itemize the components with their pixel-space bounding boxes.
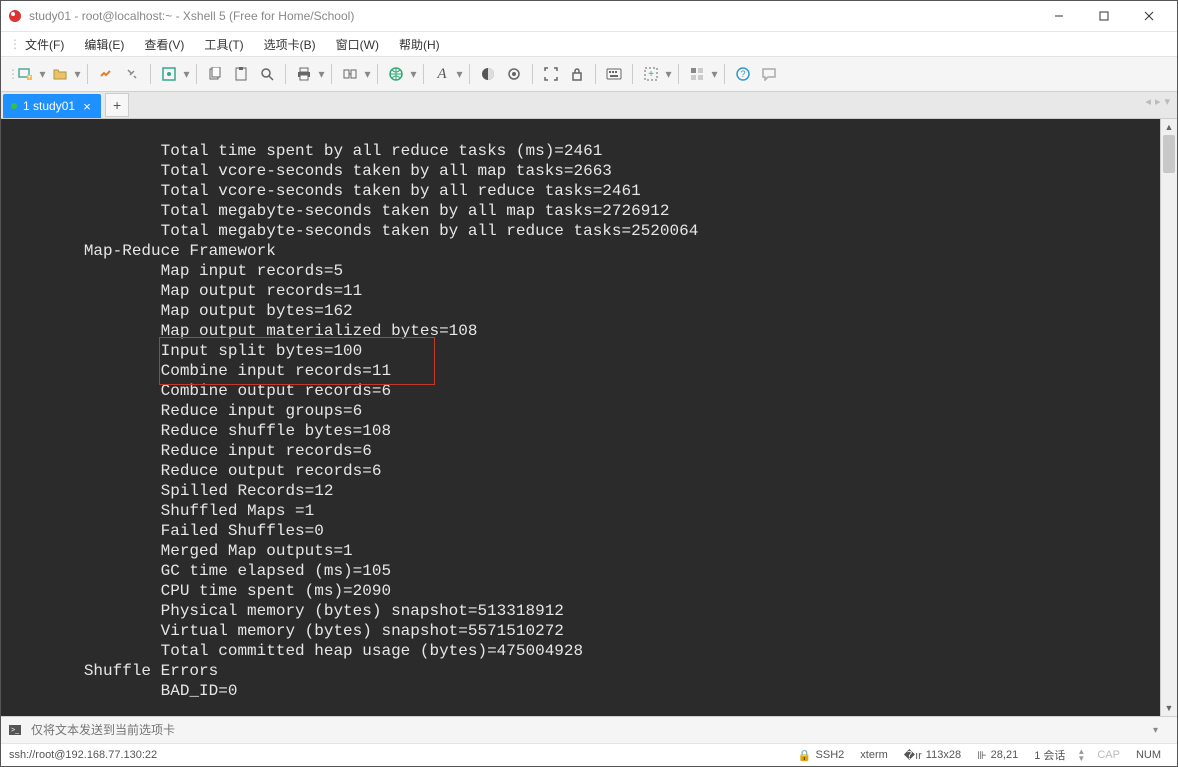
compose-input[interactable] [29,722,1147,738]
menu-window[interactable]: 窗口(W) [328,34,387,55]
minimize-button[interactable] [1037,2,1081,30]
dropdown-icon[interactable]: ▾ [39,67,46,81]
status-protocol: 🔒SSH2 [790,749,852,762]
scroll-track[interactable] [1161,135,1177,700]
paste-icon[interactable] [229,62,253,86]
fullscreen-icon[interactable] [539,62,563,86]
svg-text:?: ? [740,69,745,79]
dropdown-icon[interactable]: ▾ [711,67,718,81]
menu-view[interactable]: 查看(V) [136,34,192,55]
menu-tab[interactable]: 选项卡(B) [256,34,324,55]
compose-icon: >_ [7,722,23,738]
dropdown-icon[interactable]: ▾ [318,67,325,81]
compose-target-icon[interactable]: ▾ [1153,725,1171,736]
dropdown-icon[interactable]: ▾ [183,67,190,81]
font-icon[interactable]: A [430,62,454,86]
highlight-icon[interactable] [502,62,526,86]
app-window: study01 - root@localhost:~ - Xshell 5 (F… [0,0,1178,767]
lock-icon[interactable] [565,62,589,86]
feedback-icon[interactable] [757,62,781,86]
status-size: �ır113x28 [896,749,969,762]
session-tab[interactable]: 1 study01 × [3,94,101,118]
window-controls [1037,2,1171,30]
compose-bar: >_ ▾ [1,716,1177,743]
toolbar: ⋮ + ▾ ▾ ▾ ▾ ▾ ▾ A ▾ + ▾ [1,56,1177,92]
menu-help[interactable]: 帮助(H) [391,34,448,55]
scrollbar[interactable]: ▲ ▼ [1160,119,1177,716]
maximize-button[interactable] [1082,2,1126,30]
dropdown-icon[interactable]: ▾ [74,67,81,81]
tab-next-icon[interactable]: ▸ [1154,95,1162,108]
status-num: NUM [1128,749,1169,761]
status-caps: CAP [1089,749,1128,761]
tile-icon[interactable] [685,62,709,86]
tab-prev-icon[interactable]: ◂ [1144,95,1152,108]
window-title: study01 - root@localhost:~ - Xshell 5 (F… [29,9,1037,23]
svg-text:+: + [28,75,32,81]
menu-edit[interactable]: 编辑(E) [76,34,132,55]
terminal-output[interactable]: Total time spent by all reduce tasks (ms… [1,135,1160,700]
new-tab-button[interactable]: + [105,93,129,117]
menu-grip: ⋮ [9,37,13,51]
svg-text:+: + [648,69,654,80]
new-window-icon[interactable]: + [639,62,663,86]
properties-icon[interactable] [157,62,181,86]
close-button[interactable] [1127,2,1171,30]
tab-label: 1 study01 [23,99,75,113]
transfer-icon[interactable] [338,62,362,86]
tabbar: 1 study01 × + ◂ ▸ ▾ [1,92,1177,119]
status-cursor: ⊪28,21 [969,749,1026,762]
size-icon: �ır [904,749,922,762]
tab-close-icon[interactable]: × [81,100,93,112]
dropdown-icon[interactable]: ▾ [364,67,371,81]
dropdown-icon[interactable]: ▾ [456,67,463,81]
reconnect-icon[interactable] [94,62,118,86]
globe-icon[interactable] [384,62,408,86]
titlebar: study01 - root@localhost:~ - Xshell 5 (F… [1,1,1177,32]
session-stepper[interactable]: ▲▼ [1073,748,1089,762]
scroll-down-icon[interactable]: ▼ [1161,700,1177,716]
dropdown-icon[interactable]: ▾ [410,67,417,81]
svg-text:>_: >_ [11,727,19,734]
color-scheme-icon[interactable] [476,62,500,86]
find-icon[interactable] [255,62,279,86]
status-connection: ssh://root@192.168.77.130:22 [9,749,790,761]
tab-list-icon[interactable]: ▾ [1163,95,1171,108]
lock-icon: 🔒 [798,749,812,762]
statusbar: ssh://root@192.168.77.130:22 🔒SSH2 xterm… [1,743,1177,766]
keyboard-icon[interactable] [602,62,626,86]
dropdown-icon[interactable]: ▾ [665,67,672,81]
status-sessions: 1 会话 [1026,747,1073,763]
new-session-icon[interactable]: + [13,62,37,86]
menubar: ⋮ 文件(F) 编辑(E) 查看(V) 工具(T) 选项卡(B) 窗口(W) 帮… [1,32,1177,56]
scroll-thumb[interactable] [1163,135,1175,173]
terminal-area: Total time spent by all reduce tasks (ms… [1,119,1177,716]
scroll-up-icon[interactable]: ▲ [1161,119,1177,135]
menu-file[interactable]: 文件(F) [17,34,72,55]
app-icon [7,8,23,24]
open-icon[interactable] [48,62,72,86]
cursor-icon: ⊪ [977,749,987,762]
tab-nav: ◂ ▸ ▾ [1144,95,1171,108]
status-term: xterm [852,749,896,761]
help-icon[interactable]: ? [731,62,755,86]
connection-status-icon [11,103,17,109]
menu-tools[interactable]: 工具(T) [196,34,251,55]
print-icon[interactable] [292,62,316,86]
copy-icon[interactable] [203,62,227,86]
disconnect-icon[interactable] [120,62,144,86]
